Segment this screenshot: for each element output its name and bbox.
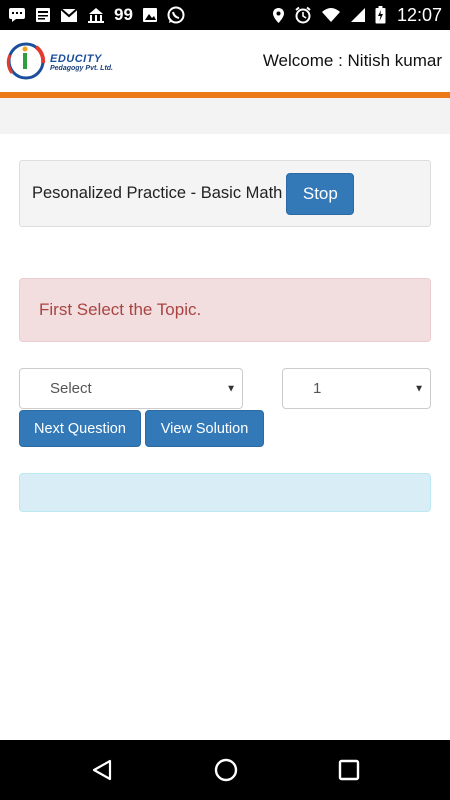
question-count-select[interactable]: 1 ▼ [282, 368, 431, 409]
stop-button[interactable]: Stop [286, 172, 355, 215]
notification-count: 99 [114, 5, 133, 24]
image-icon [142, 7, 158, 23]
news-icon [35, 7, 51, 23]
app-header: EDUCITY Pedagogy Pvt. Ltd. Welcome : Nit… [0, 30, 450, 92]
recents-icon[interactable] [338, 759, 360, 781]
whatsapp-icon [167, 6, 185, 24]
status-time: 12:07 [396, 4, 442, 25]
back-icon[interactable] [90, 758, 114, 782]
alarm-icon [294, 6, 312, 24]
alert-message: First Select the Topic. [39, 300, 202, 319]
educity-logo[interactable]: EDUCITY Pedagogy Pvt. Ltd. [6, 39, 113, 83]
status-bar: 99 12:07 [0, 0, 450, 30]
topic-alert: First Select the Topic. [19, 278, 431, 342]
logo-emblem-icon [6, 42, 46, 80]
battery-icon [375, 6, 386, 24]
signal-icon [350, 7, 366, 23]
chevron-down-icon: ▼ [414, 383, 424, 394]
practice-title: Pesonalized Practice - Basic Math [32, 184, 283, 202]
logo-subtitle: Pedagogy Pvt. Ltd. [50, 64, 114, 72]
status-right: 12:07 [272, 5, 442, 26]
status-left: 99 [8, 5, 185, 25]
wifi-icon [321, 7, 341, 23]
subheader-band [0, 98, 450, 134]
message-icon [8, 7, 26, 23]
topic-select[interactable]: Select ▼ [19, 368, 243, 409]
location-icon [272, 7, 285, 24]
count-select-value: 1 [313, 380, 322, 397]
question-info-box [19, 473, 431, 512]
gmail-icon [60, 7, 78, 23]
navigation-bar [0, 740, 450, 800]
logo-brand: EDUCITY [50, 52, 102, 65]
chevron-down-icon: ▼ [226, 383, 236, 394]
home-icon[interactable] [213, 757, 239, 783]
welcome-text: Welcome : Nitish kumar [262, 51, 442, 70]
view-solution-button[interactable]: View Solution [145, 410, 264, 447]
logo-text: EDUCITY Pedagogy Pvt. Ltd. [50, 53, 113, 72]
next-question-button[interactable]: Next Question [19, 410, 141, 447]
topic-select-value: Select [50, 380, 92, 397]
practice-panel: Pesonalized Practice - Basic Math Stop [19, 160, 431, 227]
temple-icon [87, 7, 105, 23]
